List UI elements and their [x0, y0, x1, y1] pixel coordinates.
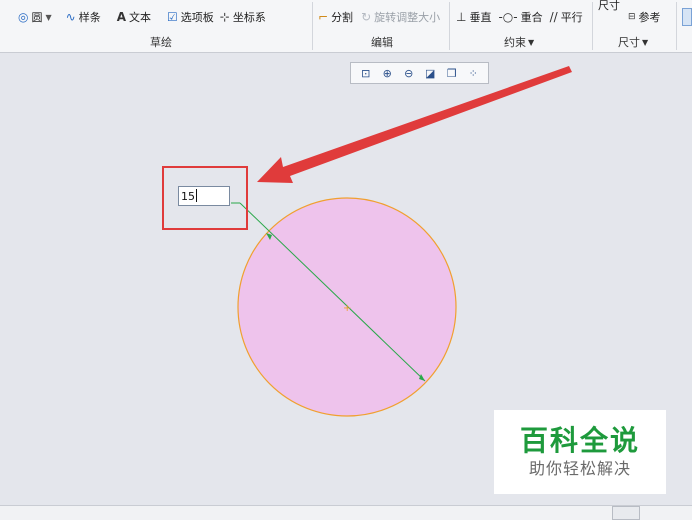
dimension-group-label: 尺寸	[618, 36, 640, 49]
vertical-constraint-button[interactable]: ⊥ 垂直	[456, 9, 491, 25]
coordsys-tool-label: 坐标系	[232, 11, 266, 24]
parallel-constraint-label: 平行	[560, 11, 583, 24]
ribbon: ◎ 圆 ▼ ∿ 样条 A 文本 ☑ 选项板 ⊹ 坐标系 草绘 ⌐ 分割 ↻ 旋转…	[0, 0, 692, 53]
constrain-group-dropdown[interactable]: 约束 ▼	[504, 34, 534, 50]
refit-icon[interactable]: ⊡	[358, 65, 374, 81]
circle-tool-label: 圆	[31, 11, 43, 24]
coincident-constraint-label: 重合	[520, 11, 543, 24]
coincident-constraint-button[interactable]: -○- 重合	[498, 9, 542, 25]
dimension-group-dropdown[interactable]: 尺寸 ▼	[618, 34, 648, 50]
chevron-down-icon[interactable]: ▼	[45, 13, 51, 22]
reference-dimension-button[interactable]: ⊟ 参考	[628, 9, 661, 25]
divide-tool-label: 分割	[331, 11, 354, 24]
palette-icon: ☑	[167, 10, 178, 24]
edit-group-label: 编辑	[371, 36, 393, 49]
dimension-tool-button[interactable]: 尺寸	[598, 0, 620, 13]
vertical-constraint-label: 垂直	[469, 11, 492, 24]
parallel-icon: //	[549, 10, 558, 24]
view-toolbar: ⊡ ⊕ ⊖ ◪ ❒ ⁘	[350, 62, 489, 84]
coordsys-tool-button[interactable]: ⊹ 坐标系	[220, 9, 266, 25]
text-caret	[196, 189, 197, 202]
coincident-icon: -○-	[498, 10, 518, 24]
select-tool-button[interactable]	[682, 8, 692, 26]
watermark-subtitle: 助你轻松解决	[528, 459, 631, 478]
display-style-icon[interactable]: ❒	[444, 65, 460, 81]
chevron-down-icon: ▼	[528, 37, 535, 47]
spline-tool-button[interactable]: ∿ 样条	[66, 9, 101, 25]
constrain-group-label: 约束	[504, 36, 526, 49]
zoom-in-icon[interactable]: ⊕	[379, 65, 395, 81]
divide-tool-button[interactable]: ⌐ 分割	[318, 9, 353, 25]
group-divider	[592, 2, 593, 50]
reference-dimension-label: 参考	[638, 11, 661, 24]
sketch-group-label: 草绘	[150, 36, 172, 49]
group-divider	[449, 2, 450, 50]
perpendicular-icon: ⊥	[456, 10, 467, 24]
constrain-tools-row: ⊥ 垂直 -○- 重合 // 平行	[456, 7, 583, 27]
palette-tool-label: 选项板	[180, 11, 214, 24]
rotate-icon: ↻	[361, 10, 372, 24]
palette-tool-button[interactable]: ☑ 选项板	[167, 9, 214, 25]
divide-icon: ⌐	[318, 10, 329, 24]
watermark-logo: 百科全说 助你轻松解决	[494, 410, 666, 494]
coordinate-system-icon: ⊹	[219, 10, 230, 24]
dimension-value-input[interactable]	[178, 186, 230, 206]
circle-tool-button[interactable]: ◎ 圆 ▼	[18, 9, 52, 25]
group-divider	[676, 2, 677, 50]
status-filter-icon[interactable]	[612, 506, 640, 520]
chevron-down-icon: ▼	[642, 37, 649, 47]
rotate-resize-tool-label: 旋转调整大小	[374, 11, 441, 24]
parallel-constraint-button[interactable]: // 平行	[550, 9, 583, 25]
status-bar-right	[612, 506, 640, 520]
reference-dimension-icon: ⊟	[628, 12, 636, 22]
text-tool-label: 文本	[129, 11, 151, 24]
repaint-icon[interactable]: ◪	[422, 65, 438, 81]
status-bar	[0, 505, 692, 520]
text-tool-button[interactable]: A 文本	[117, 9, 151, 25]
sketch-display-filter-icon[interactable]: ⁘	[465, 65, 481, 81]
watermark-title: 百科全说	[519, 424, 640, 457]
group-divider	[312, 2, 313, 50]
zoom-out-icon[interactable]: ⊖	[401, 65, 417, 81]
edit-tools-row: ⌐ 分割 ↻ 旋转调整大小	[318, 7, 440, 27]
circle-icon: ◎	[18, 10, 29, 24]
dimension-tools-row: ⊟ 参考	[628, 7, 661, 27]
spline-tool-label: 样条	[78, 11, 101, 24]
text-icon: A	[116, 10, 126, 24]
sketch-tools-row: ◎ 圆 ▼ ∿ 样条 A 文本 ☑ 选项板 ⊹ 坐标系	[18, 7, 266, 27]
spline-icon: ∿	[65, 10, 76, 24]
rotate-resize-tool-button[interactable]: ↻ 旋转调整大小	[361, 9, 440, 25]
